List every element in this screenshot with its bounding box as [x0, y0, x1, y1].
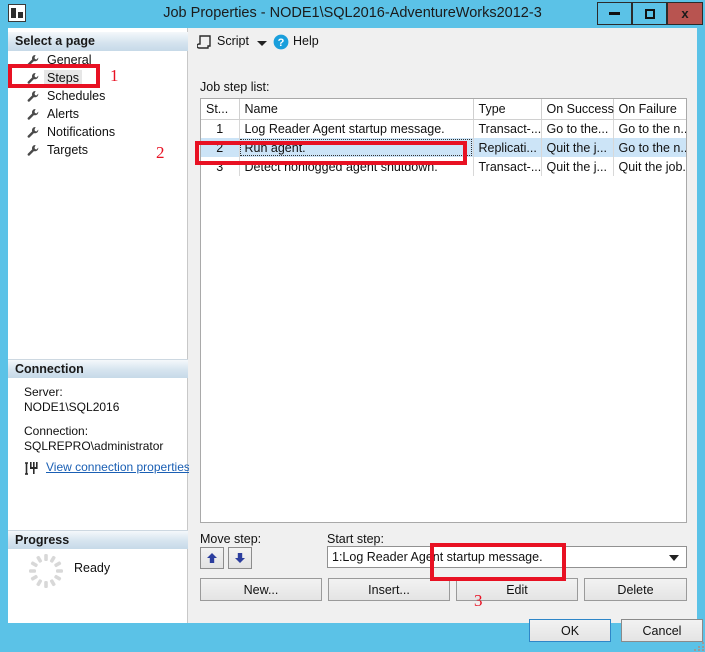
table-header-row: St... Name Type On Success On Failure — [201, 99, 686, 120]
maximize-button[interactable] — [632, 2, 667, 25]
start-step-value: 1:Log Reader Agent startup message. — [332, 550, 543, 564]
sidebar-item-steps[interactable]: Steps — [8, 70, 188, 87]
cell-name: Run agent. — [239, 138, 474, 157]
svg-text:?: ? — [278, 37, 285, 49]
resize-grip-icon[interactable] — [694, 640, 705, 652]
title-bar: Job Properties - NODE1\SQL2016-Adventure… — [0, 0, 705, 27]
sidebar-item-notifications[interactable]: Notifications — [8, 124, 188, 141]
script-icon — [197, 35, 211, 49]
wrench-icon — [27, 126, 39, 138]
move-step-down-button[interactable] — [228, 547, 252, 569]
cell-on-success: Go to the... — [541, 119, 614, 138]
minimize-button[interactable] — [597, 2, 632, 25]
view-connection-properties-link[interactable]: View connection properties — [46, 460, 190, 474]
column-header-name[interactable]: Name — [239, 99, 474, 120]
help-button-label[interactable]: Help — [293, 34, 319, 48]
move-step-up-button[interactable] — [200, 547, 224, 569]
chevron-down-icon[interactable] — [257, 41, 267, 46]
sidebar-item-label: Schedules — [47, 89, 106, 103]
connection-value: SQLREPRO\administrator — [24, 439, 164, 453]
column-header-step[interactable]: St... — [201, 99, 240, 120]
job-properties-window: Job Properties - NODE1\SQL2016-Adventure… — [0, 0, 705, 651]
cell-step: 1 — [201, 119, 240, 138]
delete-step-button[interactable]: Delete — [584, 578, 687, 601]
sidebar-item-label: Notifications — [47, 125, 116, 139]
column-header-type[interactable]: Type — [473, 99, 542, 120]
job-step-list[interactable]: St... Name Type On Success On Failure 1 … — [200, 98, 687, 523]
cell-step: 2 — [201, 138, 240, 157]
cell-type: Transact-... — [473, 119, 542, 138]
table-row[interactable]: 3 Detect nonlogged agent shutdown. Trans… — [201, 157, 686, 176]
job-step-list-caption: Job step list: — [200, 80, 270, 94]
right-content-pane: Script ? Help Job step list: St... Name … — [189, 28, 697, 623]
job-step-table: St... Name Type On Success On Failure 1 … — [201, 99, 686, 176]
sidebar-item-label: Steps — [44, 70, 82, 87]
dialog-body: Select a page General Steps Schedules Al… — [8, 28, 704, 651]
cell-on-failure: Quit the job... — [613, 157, 686, 176]
column-header-on-failure[interactable]: On Failure — [613, 99, 686, 120]
new-step-button[interactable]: New... — [200, 578, 322, 601]
sidebar-item-schedules[interactable]: Schedules — [8, 88, 188, 105]
cell-on-success: Quit the j... — [541, 157, 614, 176]
arrow-up-icon — [207, 553, 217, 563]
connection-header: Connection — [8, 359, 188, 378]
sidebar-item-label: Targets — [47, 143, 88, 157]
move-step-label: Move step: — [200, 532, 262, 546]
cell-on-failure: Go to the n... — [613, 119, 686, 138]
connection-label: Connection: — [24, 424, 89, 438]
wrench-icon — [27, 144, 39, 156]
server-label: Server: — [24, 385, 63, 399]
wrench-icon — [27, 90, 39, 102]
cell-type: Replicati... — [473, 138, 542, 157]
sidebar-item-label: Alerts — [47, 107, 79, 121]
cell-step: 3 — [201, 157, 240, 176]
wrench-icon — [27, 108, 39, 120]
cell-name: Detect nonlogged agent shutdown. — [239, 157, 474, 176]
start-step-label: Start step: — [327, 532, 384, 546]
cell-name: Log Reader Agent startup message. — [239, 119, 474, 138]
progress-spinner-icon — [29, 554, 63, 588]
sidebar-item-general[interactable]: General — [8, 52, 188, 69]
table-row[interactable]: 2 Run agent. Replicati... Quit the j... … — [201, 138, 686, 157]
insert-step-button[interactable]: Insert... — [328, 578, 450, 601]
connection-details: Server: NODE1\SQL2016 Connection: SQLREP… — [24, 385, 184, 454]
wrench-icon — [27, 72, 39, 84]
annotation-number-3: 3 — [474, 591, 483, 610]
sidebar-item-alerts[interactable]: Alerts — [8, 106, 188, 123]
select-page-header: Select a page — [8, 32, 188, 51]
wrench-icon — [27, 54, 39, 66]
annotation-number-1: 1 — [110, 66, 119, 85]
cell-type: Transact-... — [473, 157, 542, 176]
progress-header: Progress — [8, 530, 188, 549]
view-connection-properties-row[interactable]: View connection properties — [24, 460, 190, 478]
help-circle-icon[interactable]: ? — [273, 34, 289, 50]
table-row[interactable]: 1 Log Reader Agent startup message. Tran… — [201, 119, 686, 138]
annotation-number-2: 2 — [156, 143, 165, 162]
start-step-dropdown[interactable]: 1:Log Reader Agent startup message. — [327, 546, 687, 568]
left-navigation-pane: Select a page General Steps Schedules Al… — [8, 28, 190, 623]
connection-properties-icon — [25, 462, 38, 475]
arrow-down-icon — [235, 553, 245, 563]
column-header-on-success[interactable]: On Success — [541, 99, 614, 120]
server-value: NODE1\SQL2016 — [24, 400, 120, 414]
sidebar-item-label: General — [47, 53, 92, 67]
cell-on-success: Quit the j... — [541, 138, 614, 157]
chevron-down-icon[interactable] — [669, 555, 679, 561]
close-button[interactable]: x — [667, 2, 703, 25]
progress-block: Ready — [24, 550, 184, 594]
progress-status: Ready — [74, 561, 111, 575]
toolbar: Script ? Help — [189, 28, 697, 57]
script-button-label[interactable]: Script — [217, 34, 249, 48]
cell-on-failure: Go to the n... — [613, 138, 686, 157]
